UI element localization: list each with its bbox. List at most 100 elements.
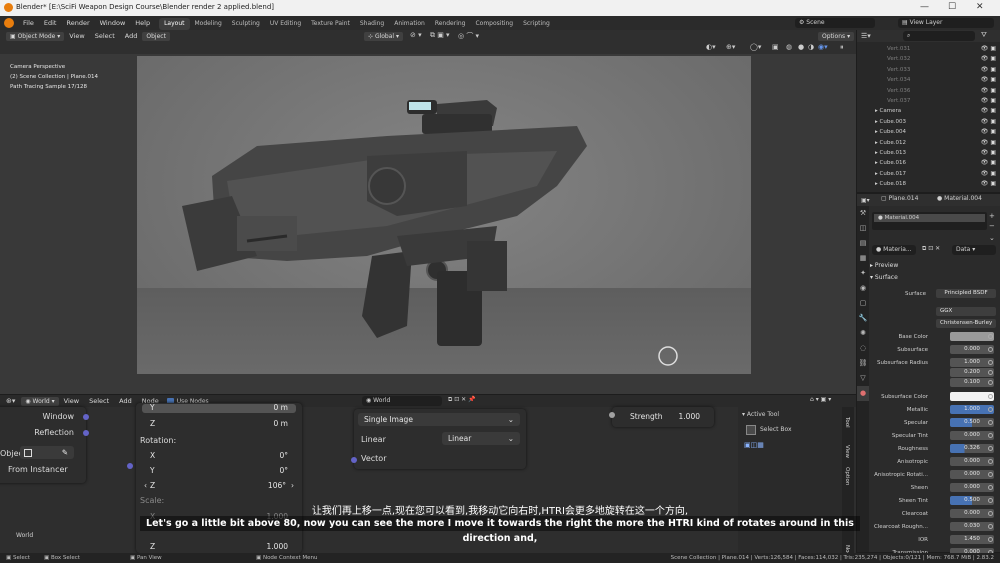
- link-socket-icon[interactable]: [988, 524, 993, 529]
- link-socket-icon[interactable]: [988, 370, 993, 375]
- visibility-icons[interactable]: 👁 ▣: [981, 54, 996, 64]
- minimize-button[interactable]: —: [920, 2, 929, 12]
- link-socket-icon[interactable]: [988, 485, 993, 490]
- link-socket-icon[interactable]: [988, 380, 993, 385]
- view-layer-tab-icon[interactable]: ▦: [857, 251, 869, 266]
- active-tool-header[interactable]: ▾ Active Tool: [742, 411, 779, 418]
- outliner-search-input[interactable]: ⌕: [903, 31, 975, 41]
- visibility-icons[interactable]: 👁 ▣: [981, 44, 996, 54]
- remove-slot-icon[interactable]: −: [989, 222, 995, 230]
- link-socket-icon[interactable]: [988, 459, 993, 464]
- menu-file[interactable]: File: [18, 16, 39, 30]
- 3d-viewport[interactable]: ▣ Object Mode ▾ View Select Add Object ⊹…: [0, 30, 856, 394]
- link-socket-icon[interactable]: [988, 537, 993, 542]
- surface-shader-selector[interactable]: Principled BSDF: [936, 289, 996, 298]
- eyedropper-icon[interactable]: ✎: [62, 446, 68, 459]
- visibility-icons[interactable]: 👁 ▣: [981, 179, 996, 189]
- strength-socket[interactable]: [609, 412, 615, 418]
- link-socket-icon[interactable]: [988, 360, 993, 365]
- data-tab-icon[interactable]: ▽: [857, 371, 869, 386]
- viewport-menu-add[interactable]: Add: [120, 29, 143, 43]
- visibility-icons[interactable]: 👁 ▣: [981, 106, 996, 116]
- blender-menu-icon[interactable]: [4, 18, 14, 28]
- tab-sculpting[interactable]: Sculpting: [227, 18, 265, 30]
- orientation-selector[interactable]: ⊹ Global ▾: [364, 32, 403, 41]
- scene-tab-icon[interactable]: ✦: [857, 266, 869, 281]
- world-datablock-icons[interactable]: ⧉ ⊡ ✕ 📌: [448, 396, 476, 404]
- shading-solid-icon[interactable]: ●: [798, 43, 804, 51]
- color-space-selector[interactable]: Linear ⌄: [442, 432, 520, 445]
- tab-uv-editing[interactable]: UV Editing: [265, 18, 306, 30]
- shading-wireframe-icon[interactable]: ◍: [786, 43, 792, 51]
- projection-selector[interactable]: Single Image ⌄: [358, 413, 520, 426]
- visibility-icon[interactable]: ◐▾: [706, 43, 716, 51]
- outliner-row-vert-034[interactable]: Vert.034 👁 ▣: [857, 75, 1000, 85]
- world-tab-icon[interactable]: ◉: [857, 281, 869, 296]
- link-socket-icon[interactable]: [988, 446, 993, 451]
- environment-texture-node[interactable]: Single Image ⌄ Linear Linear ⌄ Vector: [351, 409, 526, 469]
- link-socket-icon[interactable]: [988, 347, 993, 352]
- tab-scripting[interactable]: Scripting: [518, 18, 555, 30]
- link-socket-icon[interactable]: [988, 334, 993, 339]
- outliner-row-vert-032[interactable]: Vert.032 👁 ▣: [857, 54, 1000, 64]
- link-socket-icon[interactable]: [988, 433, 993, 438]
- visibility-icons[interactable]: 👁 ▣: [981, 117, 996, 127]
- surface-panel-header[interactable]: ▾ Surface: [870, 274, 996, 283]
- tab-compositing[interactable]: Compositing: [470, 18, 518, 30]
- output-tab-icon[interactable]: ▤: [857, 236, 869, 251]
- constraints-tab-icon[interactable]: ⛓: [857, 356, 869, 371]
- tab-modeling[interactable]: Modeling: [190, 18, 227, 30]
- outliner-row-vert-033[interactable]: Vert.033 👁 ▣: [857, 65, 1000, 75]
- preview-panel-header[interactable]: ▸ Preview: [870, 262, 996, 271]
- material-tab-icon[interactable]: ●: [857, 386, 869, 401]
- maximize-button[interactable]: ☐: [948, 2, 956, 12]
- snap-icon[interactable]: ⧉ ▣ ▾: [430, 31, 450, 40]
- visibility-icons[interactable]: 👁 ▣: [981, 148, 996, 158]
- physics-tab-icon[interactable]: ◌: [857, 341, 869, 356]
- sidebar-tab-view[interactable]: View: [844, 445, 850, 458]
- viewport-menu-object[interactable]: Object: [142, 31, 170, 41]
- material-selector[interactable]: ● Materia...: [872, 245, 916, 255]
- decrement-arrow-icon[interactable]: ‹: [144, 479, 147, 492]
- menu-help[interactable]: Help: [130, 16, 155, 30]
- tab-rendering[interactable]: Rendering: [430, 18, 471, 30]
- outliner-editor-icon[interactable]: ☰▾: [861, 32, 871, 40]
- gizmo-icon[interactable]: ⊕▾: [726, 43, 735, 51]
- object-tab-icon[interactable]: ▢: [857, 296, 869, 311]
- particles-tab-icon[interactable]: ✺: [857, 326, 869, 341]
- overlay-icon[interactable]: ◯▾: [750, 43, 761, 51]
- xray-icon[interactable]: ▣: [772, 43, 779, 51]
- outliner-row-cube-017[interactable]: ▸ Cube.017 👁 ▣: [857, 169, 1000, 179]
- shading-rendered-icon[interactable]: ◉▾: [818, 43, 828, 51]
- menu-render[interactable]: Render: [61, 16, 94, 30]
- outliner-row-vert-037[interactable]: Vert.037 👁 ▣: [857, 96, 1000, 106]
- link-socket-icon[interactable]: [988, 407, 993, 412]
- sidebar-tab-tool[interactable]: Tool: [844, 417, 850, 428]
- distribution-selector[interactable]: GGX: [936, 307, 996, 316]
- tool-tab-icon[interactable]: ⚒: [857, 206, 869, 221]
- visibility-icons[interactable]: 👁 ▣: [981, 96, 996, 106]
- outliner-row-cube-013[interactable]: ▸ Cube.013 👁 ▣: [857, 148, 1000, 158]
- options-dropdown[interactable]: Options ▾: [818, 32, 855, 41]
- tab-texture-paint[interactable]: Texture Paint: [306, 18, 355, 30]
- shading-material-icon[interactable]: ◑: [808, 43, 814, 51]
- link-socket-icon[interactable]: [988, 394, 993, 399]
- menu-edit[interactable]: Edit: [39, 16, 62, 30]
- visibility-icons[interactable]: 👁 ▣: [981, 65, 996, 75]
- modifier-tab-icon[interactable]: 🔧: [857, 311, 869, 326]
- mode-selector[interactable]: ▣ Object Mode ▾: [6, 31, 65, 41]
- close-button[interactable]: ✕: [976, 2, 984, 12]
- outliner-row-cube-004[interactable]: ▸ Cube.004 👁 ▣: [857, 127, 1000, 137]
- link-data-selector[interactable]: Data ▾: [952, 245, 996, 255]
- world-datablock-selector[interactable]: ◉ World: [362, 396, 442, 406]
- visibility-icons[interactable]: 👁 ▣: [981, 86, 996, 96]
- link-socket-icon[interactable]: [988, 472, 993, 477]
- scene-selector[interactable]: ⚙ Scene: [795, 18, 875, 28]
- reflection-socket[interactable]: [83, 430, 89, 436]
- view-layer-selector[interactable]: ▤ View Layer: [898, 18, 994, 28]
- pause-render-icon[interactable]: ⏸: [840, 43, 844, 52]
- selection-mode-icons[interactable]: ▣◫▦: [744, 441, 764, 449]
- tab-animation[interactable]: Animation: [389, 18, 430, 30]
- node-menu-select[interactable]: Select: [84, 394, 114, 408]
- outliner-row-cube-016[interactable]: ▸ Cube.016 👁 ▣: [857, 158, 1000, 168]
